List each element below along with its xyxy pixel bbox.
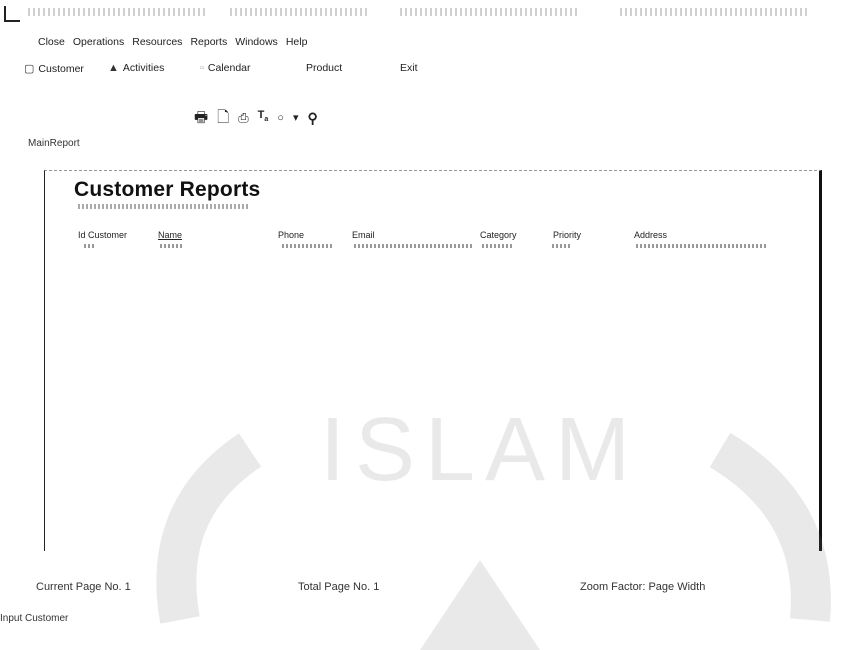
text-icon[interactable]: Ta: [258, 107, 269, 128]
menu-bar: Close Operations Resources Reports Windo…: [38, 36, 307, 48]
page-icon[interactable]: 🗋: [217, 109, 229, 126]
title-text-blur: [28, 8, 208, 16]
report-toolbar: 🖶 🗋 ⎙ Ta ○ ▾ ⚲: [194, 107, 318, 128]
menu-help[interactable]: Help: [286, 36, 308, 48]
app-icon: [4, 6, 20, 22]
column-address: Address: [634, 230, 668, 240]
nav-calendar-button[interactable]: ▫ Calendar: [200, 62, 251, 74]
table-cell: [160, 244, 184, 248]
zoom-icon[interactable]: ○: [277, 110, 284, 126]
nav-exit-label: Exit: [400, 62, 418, 74]
menu-resources[interactable]: Resources: [132, 36, 182, 48]
report-subtitle-blur: [78, 204, 248, 209]
table-cell: [84, 244, 94, 248]
report-title: Customer Reports: [74, 178, 261, 201]
column-category: Category: [480, 230, 517, 240]
activities-icon: ▲: [108, 62, 119, 74]
menu-reports[interactable]: Reports: [190, 36, 227, 48]
title-text-blur: [400, 8, 580, 16]
current-page-status: Current Page No. 1: [36, 581, 131, 593]
table-cell: [636, 244, 766, 248]
table-cell: [354, 244, 472, 248]
total-page-status: Total Page No. 1: [298, 581, 380, 593]
dropdown-icon[interactable]: ▾: [293, 110, 299, 126]
input-customer-label: Input Customer: [0, 613, 69, 624]
title-bar: [0, 0, 860, 28]
nav-product-button[interactable]: Product: [306, 62, 342, 74]
zoom-factor-status: Zoom Factor: Page Width: [580, 581, 706, 593]
title-text-blur: [620, 8, 810, 16]
nav-activities-label: Activities: [122, 62, 165, 74]
calendar-icon: ▫: [200, 62, 204, 74]
export-icon[interactable]: ⎙: [238, 110, 248, 126]
customer-icon: ▢: [24, 63, 35, 75]
table-cell: [282, 244, 334, 248]
report-viewer[interactable]: [44, 170, 822, 551]
nav-customer-button[interactable]: ▢ Customer: [24, 62, 84, 76]
menu-close[interactable]: Close: [38, 36, 65, 48]
menu-operations[interactable]: Operations: [73, 36, 124, 48]
table-cell: [552, 244, 572, 248]
nav-calendar-label: Calendar: [207, 62, 251, 74]
nav-exit-button[interactable]: Exit: [400, 62, 418, 74]
nav-activities-button[interactable]: ▲ Activities: [108, 62, 164, 74]
print-icon[interactable]: 🖶: [194, 109, 208, 126]
column-email: Email: [352, 230, 375, 240]
nav-customer-label: Customer: [38, 62, 84, 75]
find-icon[interactable]: ⚲: [307, 110, 317, 126]
column-id-customer: Id Customer: [78, 230, 128, 240]
table-cell: [482, 244, 512, 248]
column-name: Name: [158, 230, 183, 240]
column-phone: Phone: [278, 230, 305, 240]
nav-product-label: Product: [306, 62, 343, 74]
column-priority: Priority: [553, 230, 582, 240]
title-text-blur: [230, 8, 370, 16]
main-report-label: MainReport: [28, 138, 80, 149]
menu-windows[interactable]: Windows: [235, 36, 278, 48]
